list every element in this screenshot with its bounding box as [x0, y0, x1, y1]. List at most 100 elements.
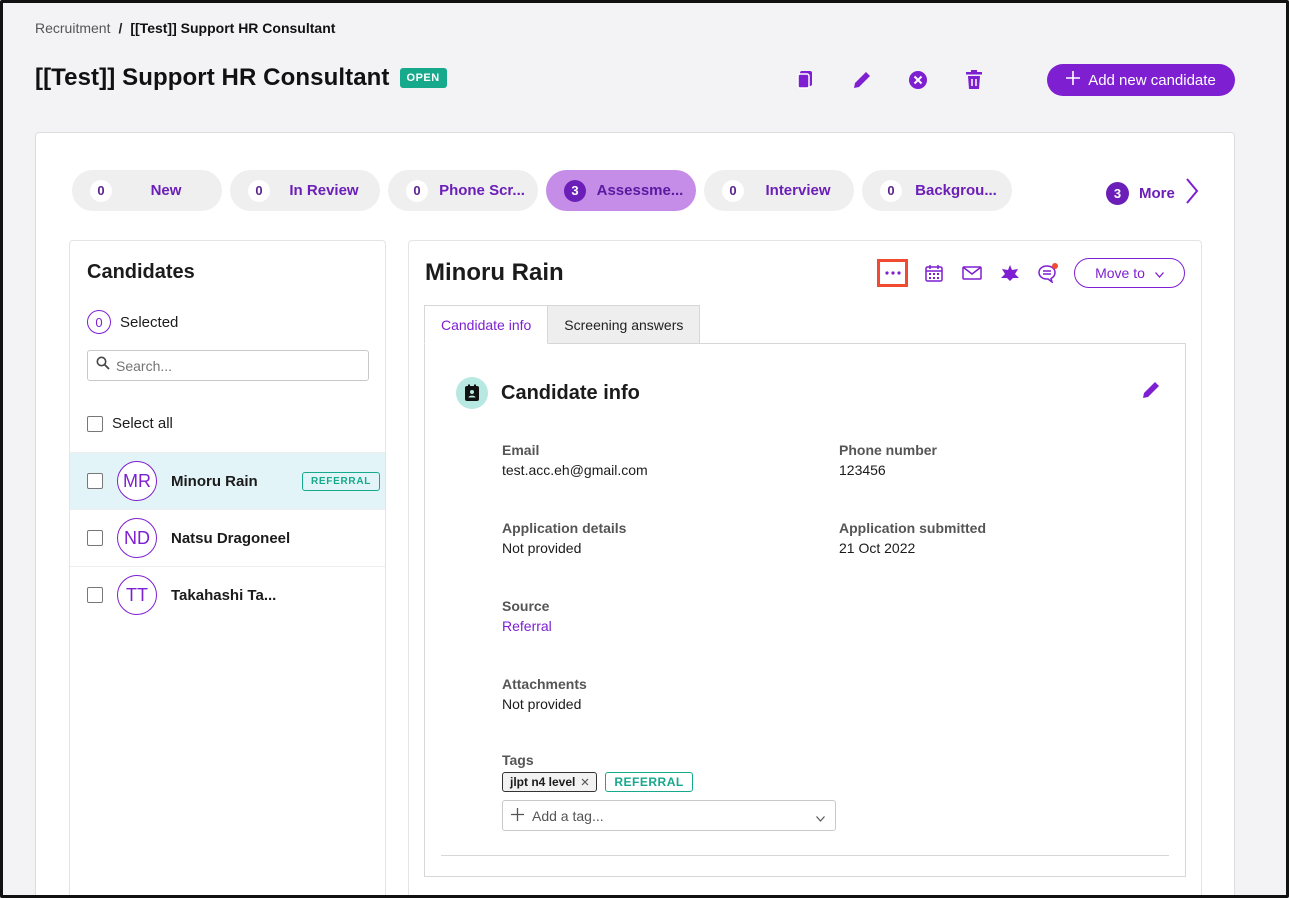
stage-count: 3: [564, 179, 586, 202]
candidates-panel: Candidates 0 Selected Select all MR Mino…: [69, 240, 386, 898]
candidate-actions: Move to: [877, 258, 1185, 288]
pipeline-card: 0 New 0 In Review 0 Phone Scr... 3 Asses…: [35, 132, 1235, 898]
candidate-checkbox[interactable]: [87, 530, 103, 546]
stage-new[interactable]: 0 New: [72, 170, 222, 211]
job-actions: [794, 68, 986, 92]
trash-icon[interactable]: [962, 68, 986, 92]
application-details-value: Not provided: [502, 540, 582, 556]
chevron-down-icon: [1154, 265, 1164, 281]
page-title: [[Test]] Support HR Consultant: [35, 64, 390, 91]
stage-assessment[interactable]: 3 Assessme...: [546, 170, 696, 211]
stage-count: 0: [880, 179, 902, 202]
candidate-detail-name: Minoru Rain: [425, 259, 564, 286]
stage-count: 0: [90, 179, 112, 202]
candidate-name: Takahashi Ta...: [171, 586, 277, 604]
candidate-checkbox[interactable]: [87, 587, 103, 603]
stage-label: Interview: [765, 182, 831, 199]
search-input[interactable]: [116, 357, 356, 374]
tab-candidate-info[interactable]: Candidate info: [424, 305, 549, 344]
source-value[interactable]: Referral: [502, 618, 552, 634]
mail-icon[interactable]: [960, 261, 984, 285]
stage-label: Phone Scr...: [439, 182, 525, 199]
page-title-row: [[Test]] Support HR Consultant OPEN: [35, 64, 447, 92]
source-label: Source: [502, 598, 550, 614]
breadcrumb-current: [[Test]] Support HR Consultant: [130, 20, 336, 36]
list-item[interactable]: TT Takahashi Ta...: [70, 566, 385, 623]
phone-label: Phone number: [839, 442, 938, 458]
select-all-checkbox[interactable]: [87, 415, 103, 432]
plus-icon: [1066, 71, 1081, 89]
stage-tabs: 0 New 0 In Review 0 Phone Scr... 3 Asses…: [72, 170, 1012, 211]
stage-label: Assessme...: [596, 182, 684, 199]
plus-icon: [511, 807, 524, 824]
application-details-field: Application details Not provided: [502, 520, 626, 556]
candidate-name: Natsu Dragoneel: [171, 529, 291, 547]
comments-icon[interactable]: [1036, 261, 1060, 285]
application-submitted-label: Application submitted: [839, 520, 986, 536]
list-item[interactable]: ND Natsu Dragoneel: [70, 509, 385, 566]
move-to-label: Move to: [1095, 265, 1145, 281]
application-details-label: Application details: [502, 520, 627, 536]
list-item[interactable]: MR Minoru Rain REFERRAL: [70, 452, 385, 509]
close-job-icon[interactable]: [906, 68, 930, 92]
attachments-field: Attachments Not provided: [502, 676, 587, 712]
add-new-candidate-button[interactable]: Add new candidate: [1047, 64, 1235, 96]
stage-count: 0: [406, 179, 428, 202]
phone-field: Phone number 123456: [839, 442, 937, 478]
breadcrumb-recruitment-link[interactable]: Recruitment: [35, 20, 110, 36]
candidate-checkbox[interactable]: [87, 473, 103, 489]
select-all-label: Select all: [112, 415, 173, 432]
move-to-dropdown[interactable]: Move to: [1074, 258, 1185, 288]
email-field: Email test.acc.eh@gmail.com: [502, 442, 648, 478]
attachments-value: Not provided: [502, 696, 582, 712]
email-value: test.acc.eh@gmail.com: [502, 462, 648, 478]
candidate-detail-panel: Minoru Rain Move to Candidate info Scree…: [408, 240, 1202, 898]
divider: [441, 855, 1169, 856]
search-box: [87, 350, 369, 381]
email-label: Email: [502, 442, 540, 458]
selected-count: 0: [87, 310, 111, 334]
remove-tag-icon[interactable]: [581, 775, 589, 789]
edit-candidate-icon[interactable]: [1141, 380, 1161, 405]
calendar-icon[interactable]: [922, 261, 946, 285]
section-title: Candidate info: [501, 381, 640, 404]
add-tag-input[interactable]: Add a tag...: [502, 800, 836, 831]
breadcrumb: Recruitment / [[Test]] Support HR Consul…: [35, 20, 335, 36]
stage-label: New: [150, 182, 182, 199]
breadcrumb-separator: /: [118, 20, 123, 36]
detail-tabs: Candidate info Screening answers: [424, 305, 701, 344]
badge-icon[interactable]: [998, 261, 1022, 285]
avatar: ND: [117, 518, 157, 558]
candidates-title: Candidates: [87, 261, 195, 283]
contact-card-icon: [456, 377, 488, 409]
stage-interview[interactable]: 0 Interview: [704, 170, 854, 211]
application-submitted-field: Application submitted 21 Oct 2022: [839, 520, 986, 556]
more-stages-button[interactable]: 3 More: [1106, 177, 1199, 210]
phone-value: 123456: [839, 462, 886, 478]
stage-label: In Review: [289, 182, 359, 199]
status-badge: OPEN: [399, 68, 447, 88]
candidate-name: Minoru Rain: [171, 472, 258, 490]
selected-label: Selected: [120, 313, 179, 331]
attachments-label: Attachments: [502, 676, 587, 692]
more-options-icon[interactable]: [877, 259, 908, 287]
tags-field: Tags jlpt n4 level REFERRAL Add a tag...: [502, 752, 836, 831]
stage-background[interactable]: 0 Backgrou...: [862, 170, 1012, 211]
candidate-info-content: Candidate info Email test.acc.eh@gmail.c…: [424, 343, 1186, 877]
source-field: Source Referral: [502, 598, 552, 634]
avatar: TT: [117, 575, 157, 615]
stage-phone-screen[interactable]: 0 Phone Scr...: [388, 170, 538, 211]
stage-label: Backgrou...: [915, 182, 997, 199]
referral-badge: REFERRAL: [302, 472, 381, 491]
referral-tag: REFERRAL: [605, 772, 693, 792]
add-new-candidate-label: Add new candidate: [1088, 71, 1216, 89]
stage-in-review[interactable]: 0 In Review: [230, 170, 380, 211]
tab-screening-answers[interactable]: Screening answers: [548, 305, 701, 344]
application-submitted-value: 21 Oct 2022: [839, 540, 916, 556]
duplicate-icon[interactable]: [794, 68, 818, 92]
tags-label: Tags: [502, 752, 534, 768]
tag-label: jlpt n4 level: [510, 775, 576, 789]
stage-count: 0: [722, 179, 744, 202]
more-count: 3: [1106, 182, 1129, 205]
edit-icon[interactable]: [850, 68, 874, 92]
